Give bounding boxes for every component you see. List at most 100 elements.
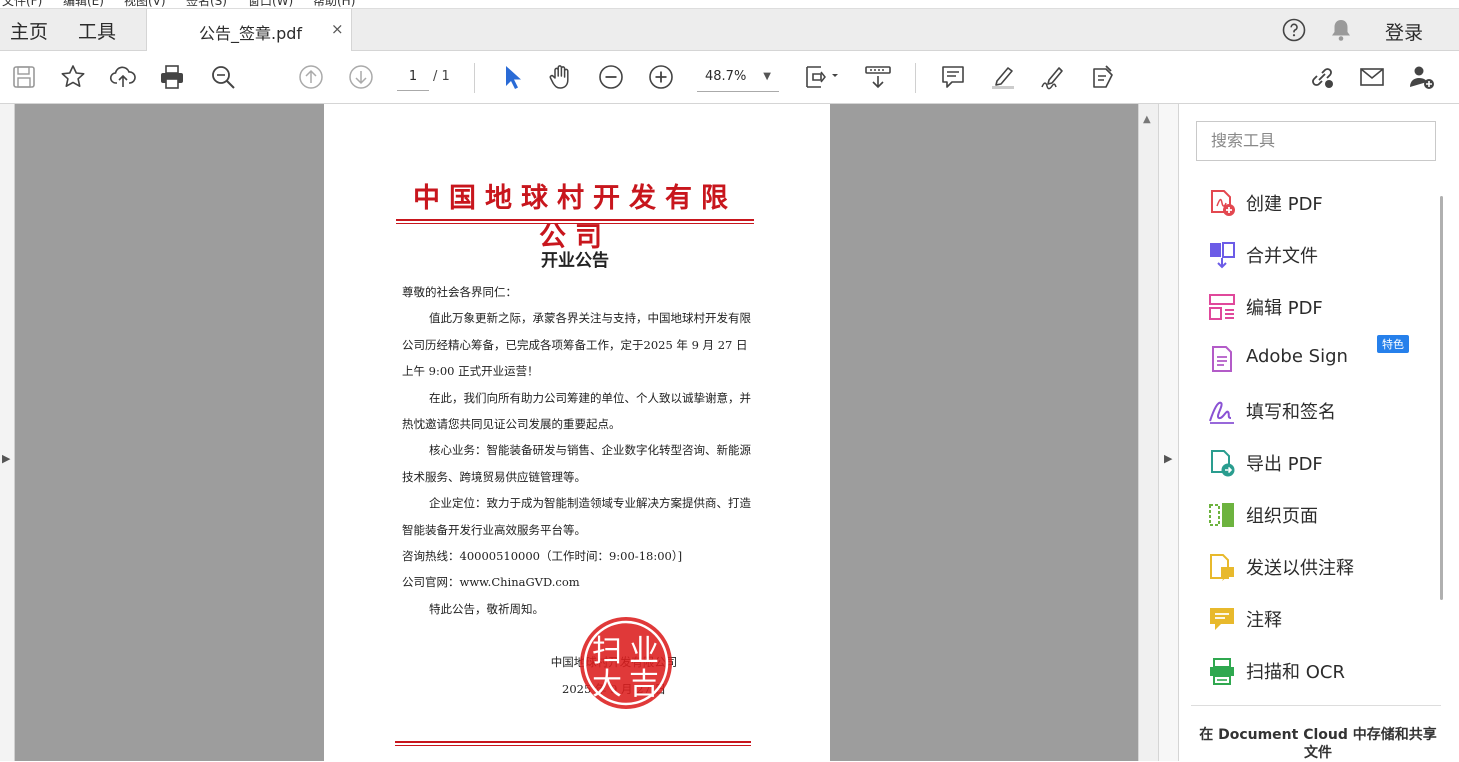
menu-file[interactable]: 文件(F)	[2, 0, 42, 8]
zoom-level-select[interactable]: 48.7% ▼	[697, 64, 779, 92]
panel-scrollbar[interactable]	[1440, 196, 1443, 600]
document-tab-title: 公告_签章.pdf	[199, 24, 303, 43]
organize-pages-icon	[1209, 503, 1234, 527]
next-page-icon[interactable]	[346, 62, 376, 92]
tools-panel: 搜索工具 创建 PDF 合并文件 编辑 PDF Adobe Sign 特色 填写…	[1179, 104, 1459, 761]
featured-badge: 特色	[1377, 335, 1409, 353]
tool-label: 编辑 PDF	[1246, 298, 1323, 319]
website: 公司官网：www.ChinaGVD.com	[402, 575, 580, 590]
create-pdf-icon	[1211, 190, 1235, 216]
menu-sign[interactable]: 签名(S)	[186, 0, 227, 8]
seal-char: 业	[629, 634, 659, 669]
seal-char: 吉	[629, 667, 659, 702]
seal-char: 扫	[592, 634, 622, 669]
comment-note-icon[interactable]	[938, 62, 968, 92]
red-seal-stamp: 扫 业 大 吉	[580, 617, 672, 709]
tool-label: 注释	[1246, 610, 1282, 631]
hand-tool-icon[interactable]	[546, 62, 576, 92]
zoom-out-icon[interactable]	[596, 62, 626, 92]
share-link-icon[interactable]	[1307, 62, 1337, 92]
combine-files-icon	[1210, 242, 1235, 269]
menu-edit[interactable]: 编辑(E)	[63, 0, 104, 8]
tab-bar: 主页 工具 公告_签章.pdf × 登录	[0, 9, 1459, 51]
tool-scan-ocr[interactable]: 扫描和 OCR	[1207, 652, 1437, 692]
panel-divider	[1191, 705, 1441, 706]
tool-fill-sign[interactable]: 填写和签名	[1207, 392, 1437, 432]
search-zoom-icon[interactable]	[208, 62, 238, 92]
scan-ocr-icon	[1210, 658, 1234, 685]
adobe-sign-icon	[1212, 346, 1232, 372]
tools-pane-toggle[interactable]: ▶	[1158, 104, 1179, 761]
tool-create-pdf[interactable]: 创建 PDF	[1207, 184, 1437, 224]
header-rule-thin	[396, 223, 754, 224]
tool-organize-pages[interactable]: 组织页面	[1207, 496, 1437, 536]
menu-view[interactable]: 视图(V)	[124, 0, 166, 8]
tool-comment[interactable]: 注释	[1207, 600, 1437, 640]
chevron-down-icon: ▼	[763, 71, 771, 82]
page-number-input[interactable]: 1	[397, 65, 429, 91]
tool-label: 导出 PDF	[1246, 454, 1323, 475]
redact-stamp-icon[interactable]	[1088, 62, 1118, 92]
left-panel-toggle[interactable]: ▶	[0, 104, 15, 761]
tool-label: 扫描和 OCR	[1246, 662, 1345, 683]
hotline: 咨询热线：40000510000（工作时间：9:00-18:00）]	[402, 549, 683, 564]
help-icon[interactable]	[1280, 9, 1308, 51]
signature-pen-icon[interactable]	[1038, 62, 1068, 92]
toolbar: 1 / 1 48.7% ▼	[0, 51, 1459, 104]
footer-rule	[395, 741, 751, 743]
footer-rule-thin	[395, 745, 751, 746]
tool-edit-pdf[interactable]: 编辑 PDF	[1207, 288, 1437, 328]
paragraph: 企业定位：致力于成为智能制造领域专业解决方案提供商、打造智能装备开发行业高效服务…	[402, 496, 751, 537]
toolbar-divider	[474, 63, 475, 93]
company-letterhead: 中国地球村开发有限公司	[413, 183, 737, 253]
search-tools-input[interactable]: 搜索工具	[1196, 121, 1436, 161]
save-icon[interactable]	[9, 62, 39, 92]
expand-right-icon: ▶	[2, 452, 11, 465]
menu-window[interactable]: 窗口(W)	[248, 0, 293, 8]
document-viewer[interactable]: ▶ 中国地球村开发有限公司 开业公告 尊敬的社会各界同仁： 值此万象更新之际，承…	[0, 104, 1158, 761]
edit-pdf-icon	[1209, 294, 1235, 320]
scroll-up-icon[interactable]: ▲	[1143, 114, 1151, 125]
login-link[interactable]: 登录	[1385, 18, 1423, 45]
print-icon[interactable]	[157, 62, 187, 92]
select-pointer-icon[interactable]	[496, 62, 526, 92]
menu-bar: 文件(F) 编辑(E) 视图(V) 签名(S) 窗口(W) 帮助(H)	[0, 0, 1459, 9]
page-display-icon[interactable]	[800, 62, 842, 92]
export-pdf-icon	[1211, 450, 1235, 477]
header-rule	[396, 219, 754, 221]
tool-label: 创建 PDF	[1246, 194, 1323, 215]
tab-document[interactable]: 公告_签章.pdf ×	[146, 9, 352, 51]
page-total: / 1	[433, 69, 450, 84]
zoom-level-value: 48.7%	[705, 69, 747, 84]
tool-export-pdf[interactable]: 导出 PDF	[1207, 444, 1437, 484]
paragraph: 在此，我们向所有助力公司筹建的单位、个人致以诚挚谢意，并热忱邀请您共同见证公司发…	[402, 390, 751, 432]
comment-icon	[1210, 608, 1234, 630]
vertical-scrollbar[interactable]: ▲	[1138, 104, 1158, 761]
highlight-pen-icon[interactable]	[988, 62, 1018, 92]
add-user-icon[interactable]	[1407, 62, 1437, 92]
notification-bell-icon[interactable]	[1328, 9, 1354, 51]
document-cloud-promo: 在 Document Cloud 中存储和共享文件	[1199, 727, 1437, 761]
tab-home[interactable]: 主页	[10, 17, 48, 44]
collapse-panel-icon: ▶	[1164, 452, 1173, 465]
seal-char: 大	[592, 667, 622, 702]
upload-cloud-icon[interactable]	[108, 62, 138, 92]
fill-sign-icon	[1209, 401, 1234, 424]
tool-combine-files[interactable]: 合并文件	[1207, 236, 1437, 276]
tool-send-for-comments[interactable]: 发送以供注释	[1207, 548, 1437, 588]
email-icon[interactable]	[1357, 62, 1387, 92]
zoom-in-icon[interactable]	[646, 62, 676, 92]
close-tab-icon[interactable]: ×	[331, 20, 344, 38]
document-body: 尊敬的社会各界同仁： 值此万象更新之际，承蒙各界关注与支持，中国地球村开发有限公…	[402, 279, 756, 622]
previous-page-icon[interactable]	[296, 62, 326, 92]
tab-tools[interactable]: 工具	[78, 17, 116, 44]
bookmark-star-icon[interactable]	[58, 62, 88, 92]
tool-label: Adobe Sign	[1246, 346, 1348, 367]
tool-label: 发送以供注释	[1246, 558, 1354, 579]
tool-label: 组织页面	[1246, 506, 1318, 527]
menu-help[interactable]: 帮助(H)	[313, 0, 355, 8]
tool-label: 合并文件	[1246, 246, 1318, 267]
scroll-mode-icon[interactable]	[863, 62, 893, 92]
paragraph: 值此万象更新之际，承蒙各界关注与支持，中国地球村开发有限公司历经精心筹备，已完成…	[402, 311, 751, 379]
document-title: 开业公告	[541, 251, 609, 271]
